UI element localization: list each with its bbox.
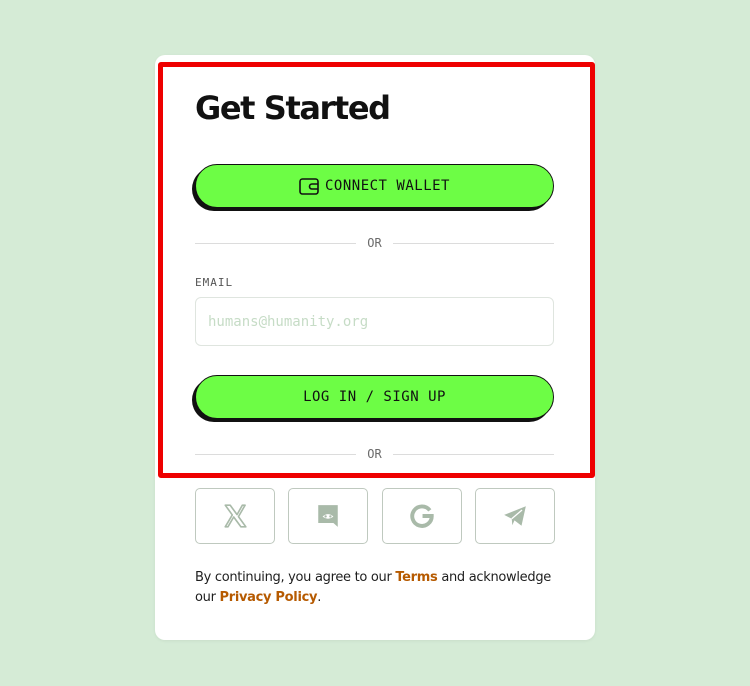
terms-text-1: By continuing, you agree to our [195,570,396,585]
terms-link[interactable]: Terms [395,570,437,585]
or-divider: OR [195,233,555,253]
social-login-buttons [195,488,555,545]
x-login-button[interactable] [195,488,275,544]
or-divider: OR [195,444,555,464]
terms-text-3: . [317,590,322,605]
login-signup-button[interactable]: LOG IN / SIGN UP [195,375,554,419]
privacy-policy-link[interactable]: Privacy Policy [219,590,317,605]
divider-line-right [392,242,555,244]
email-label: EMAIL [195,276,234,289]
or-text: OR [367,236,382,250]
wallet-icon [299,177,319,195]
page-title: Get Started [195,89,391,127]
x-twitter-icon [224,504,247,528]
divider-line-right [392,453,555,455]
login-card [155,55,595,640]
telegram-login-button[interactable] [474,488,555,544]
connect-wallet-label: CONNECT WALLET [324,178,450,194]
terms-notice: By continuing, you agree to our Terms an… [195,568,555,608]
connect-wallet-button[interactable]: CONNECT WALLET [195,164,554,208]
telegram-icon [504,506,526,526]
google-icon [409,504,434,528]
google-login-button[interactable] [381,488,462,544]
discord-icon [318,505,339,527]
discord-login-button[interactable] [288,488,369,544]
divider-line-left [195,242,357,244]
login-signup-label: LOG IN / SIGN UP [303,389,446,405]
email-input[interactable] [195,297,554,346]
or-text: OR [367,447,382,461]
divider-line-left [195,453,357,455]
